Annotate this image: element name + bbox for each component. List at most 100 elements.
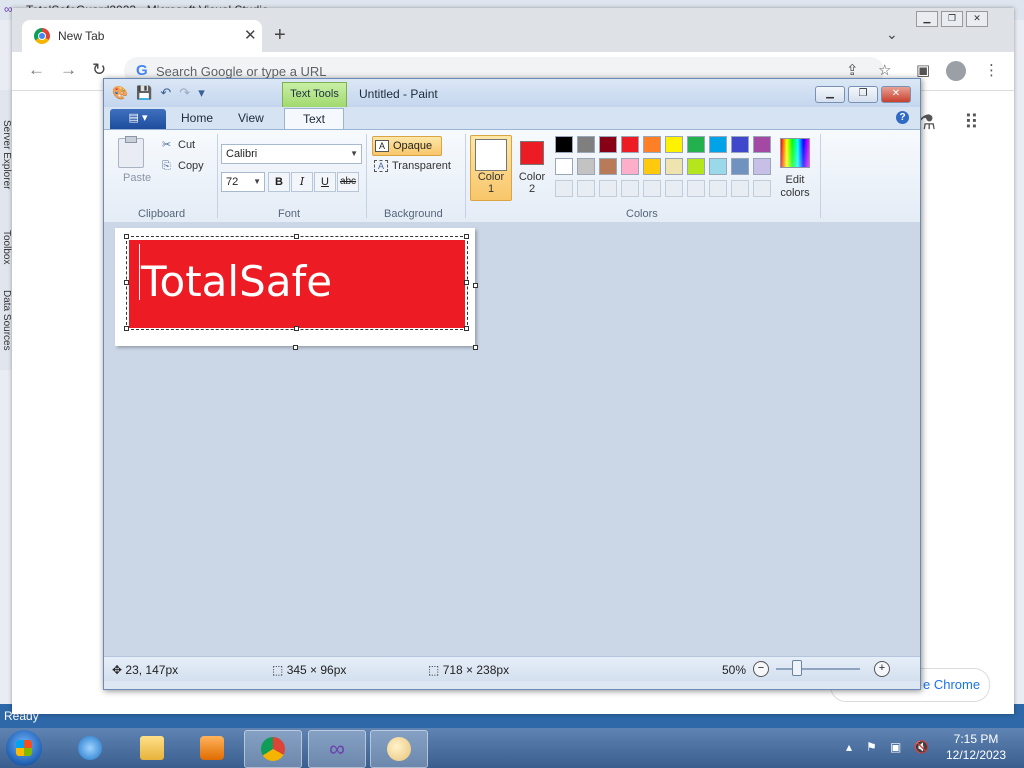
palette-swatch[interactable] [709, 158, 727, 175]
data-sources-tab[interactable]: Data Sources [0, 290, 12, 351]
server-explorer-tab[interactable]: Server Explorer [0, 120, 12, 189]
custom-color-slot[interactable] [687, 180, 705, 197]
resize-handle[interactable] [124, 280, 129, 285]
palette-swatch[interactable] [577, 158, 595, 175]
palette-swatch[interactable] [709, 136, 727, 153]
volume-muted-icon[interactable]: 🔇 [914, 740, 929, 754]
opaque-button[interactable]: A Opaque [372, 136, 442, 156]
palette-swatch[interactable] [731, 136, 749, 153]
zoom-out-icon[interactable]: − [753, 661, 769, 677]
paint-menu-button[interactable]: ▤ ▾ [110, 109, 166, 129]
undo-icon[interactable]: ↶ [160, 85, 171, 100]
transparent-button[interactable]: A Transparent [374, 160, 451, 172]
help-icon[interactable]: ? [896, 111, 909, 124]
edit-colors-label[interactable]: Edit colors [780, 174, 810, 200]
tab-new-tab[interactable]: New Tab ✕ [22, 20, 262, 52]
taskbar-chrome[interactable] [244, 730, 302, 768]
profile-avatar[interactable] [946, 61, 966, 81]
resize-handle[interactable] [464, 280, 469, 285]
bold-button[interactable]: B [268, 172, 290, 192]
palette-swatch[interactable] [665, 136, 683, 153]
custom-color-slot[interactable] [555, 180, 573, 197]
resize-handle[interactable] [294, 234, 299, 239]
maximize-icon[interactable]: ❐ [941, 11, 963, 27]
palette-swatch[interactable] [753, 136, 771, 153]
back-arrow-icon[interactable]: ← [28, 60, 45, 80]
custom-color-slot[interactable] [665, 180, 683, 197]
color1-button[interactable]: Color 1 [470, 135, 512, 201]
palette-swatch[interactable] [643, 136, 661, 153]
zoom-in-icon[interactable]: + [874, 661, 890, 677]
close-icon[interactable]: ✕ [881, 86, 911, 103]
palette-swatch[interactable] [577, 136, 595, 153]
forward-arrow-icon[interactable]: → [60, 60, 77, 80]
copy-button[interactable]: ⎘ Copy [162, 160, 204, 173]
taskbar-media-player[interactable] [184, 730, 240, 766]
tab-search-chevron-icon[interactable]: ⌄ [886, 26, 898, 43]
minimize-icon[interactable]: ▁ [916, 11, 938, 27]
show-hidden-icons-chevron-icon[interactable]: ▴ [846, 740, 852, 754]
network-icon[interactable]: ▣ [890, 740, 901, 754]
side-panel-icon[interactable]: ▣ [916, 61, 930, 79]
tab-text[interactable]: Text [284, 108, 345, 130]
palette-swatch[interactable] [753, 158, 771, 175]
save-icon[interactable]: 💾 [136, 85, 152, 100]
menu-kebab-icon[interactable]: ⋮ [984, 61, 999, 79]
palette-swatch[interactable] [665, 158, 683, 175]
palette-swatch[interactable] [599, 136, 617, 153]
custom-color-slot[interactable] [753, 180, 771, 197]
tab-view[interactable]: View [238, 111, 264, 125]
font-family-select[interactable]: Calibri ▼ [221, 144, 362, 164]
minimize-icon[interactable]: ▁ [815, 86, 845, 103]
reload-icon[interactable]: ↻ [92, 60, 106, 80]
resize-handle[interactable] [124, 234, 129, 239]
custom-color-slot[interactable] [599, 180, 617, 197]
italic-button[interactable]: I [291, 172, 313, 192]
canvas-area[interactable]: TotalSafe [104, 222, 920, 656]
taskbar-paint[interactable] [370, 730, 428, 768]
taskbar-ie[interactable] [62, 730, 118, 766]
resize-handle[interactable] [464, 326, 469, 331]
cut-button[interactable]: ✂ Cut [162, 138, 195, 151]
resize-handle[interactable] [124, 326, 129, 331]
customize-qat-icon[interactable]: ▾ [198, 85, 205, 100]
strikethrough-button[interactable]: abc [337, 172, 359, 192]
action-center-flag-icon[interactable]: ⚑ [866, 740, 877, 754]
close-icon[interactable]: ✕ [966, 11, 988, 27]
paint-app-icon[interactable]: 🎨 [112, 85, 128, 100]
restore-icon[interactable]: ❐ [848, 86, 878, 103]
tab-home[interactable]: Home [181, 111, 213, 125]
palette-swatch[interactable] [621, 136, 639, 153]
palette-swatch[interactable] [599, 158, 617, 175]
resize-handle[interactable] [294, 326, 299, 331]
palette-swatch[interactable] [555, 158, 573, 175]
canvas-resize-handle[interactable] [473, 283, 478, 288]
taskbar-visual-studio[interactable]: ∞ [308, 730, 366, 768]
system-clock[interactable]: 7:15 PM 12/12/2023 [938, 731, 1014, 763]
resize-handle[interactable] [464, 234, 469, 239]
close-tab-icon[interactable]: ✕ [244, 26, 257, 44]
paste-button-label[interactable]: Paste [123, 172, 151, 184]
color2-button[interactable]: Color 2 [514, 135, 550, 199]
text-selection-box[interactable] [126, 236, 468, 330]
custom-color-slot[interactable] [709, 180, 727, 197]
custom-color-slot[interactable] [643, 180, 661, 197]
paste-icon[interactable] [118, 136, 144, 168]
palette-swatch[interactable] [555, 136, 573, 153]
taskbar-explorer[interactable] [124, 730, 180, 766]
zoom-slider-thumb[interactable] [792, 660, 802, 676]
edit-colors-icon[interactable] [780, 138, 810, 168]
custom-color-slot[interactable] [731, 180, 749, 197]
start-button[interactable] [6, 730, 42, 766]
zoom-slider-track[interactable] [776, 668, 860, 670]
palette-swatch[interactable] [687, 136, 705, 153]
palette-swatch[interactable] [643, 158, 661, 175]
redo-icon[interactable]: ↷ [179, 85, 190, 100]
underline-button[interactable]: U [314, 172, 336, 192]
custom-color-slot[interactable] [577, 180, 595, 197]
palette-swatch[interactable] [621, 158, 639, 175]
share-icon[interactable]: ⇪ [846, 61, 859, 79]
palette-swatch[interactable] [687, 158, 705, 175]
palette-swatch[interactable] [731, 158, 749, 175]
drawing-canvas[interactable]: TotalSafe [115, 228, 478, 350]
